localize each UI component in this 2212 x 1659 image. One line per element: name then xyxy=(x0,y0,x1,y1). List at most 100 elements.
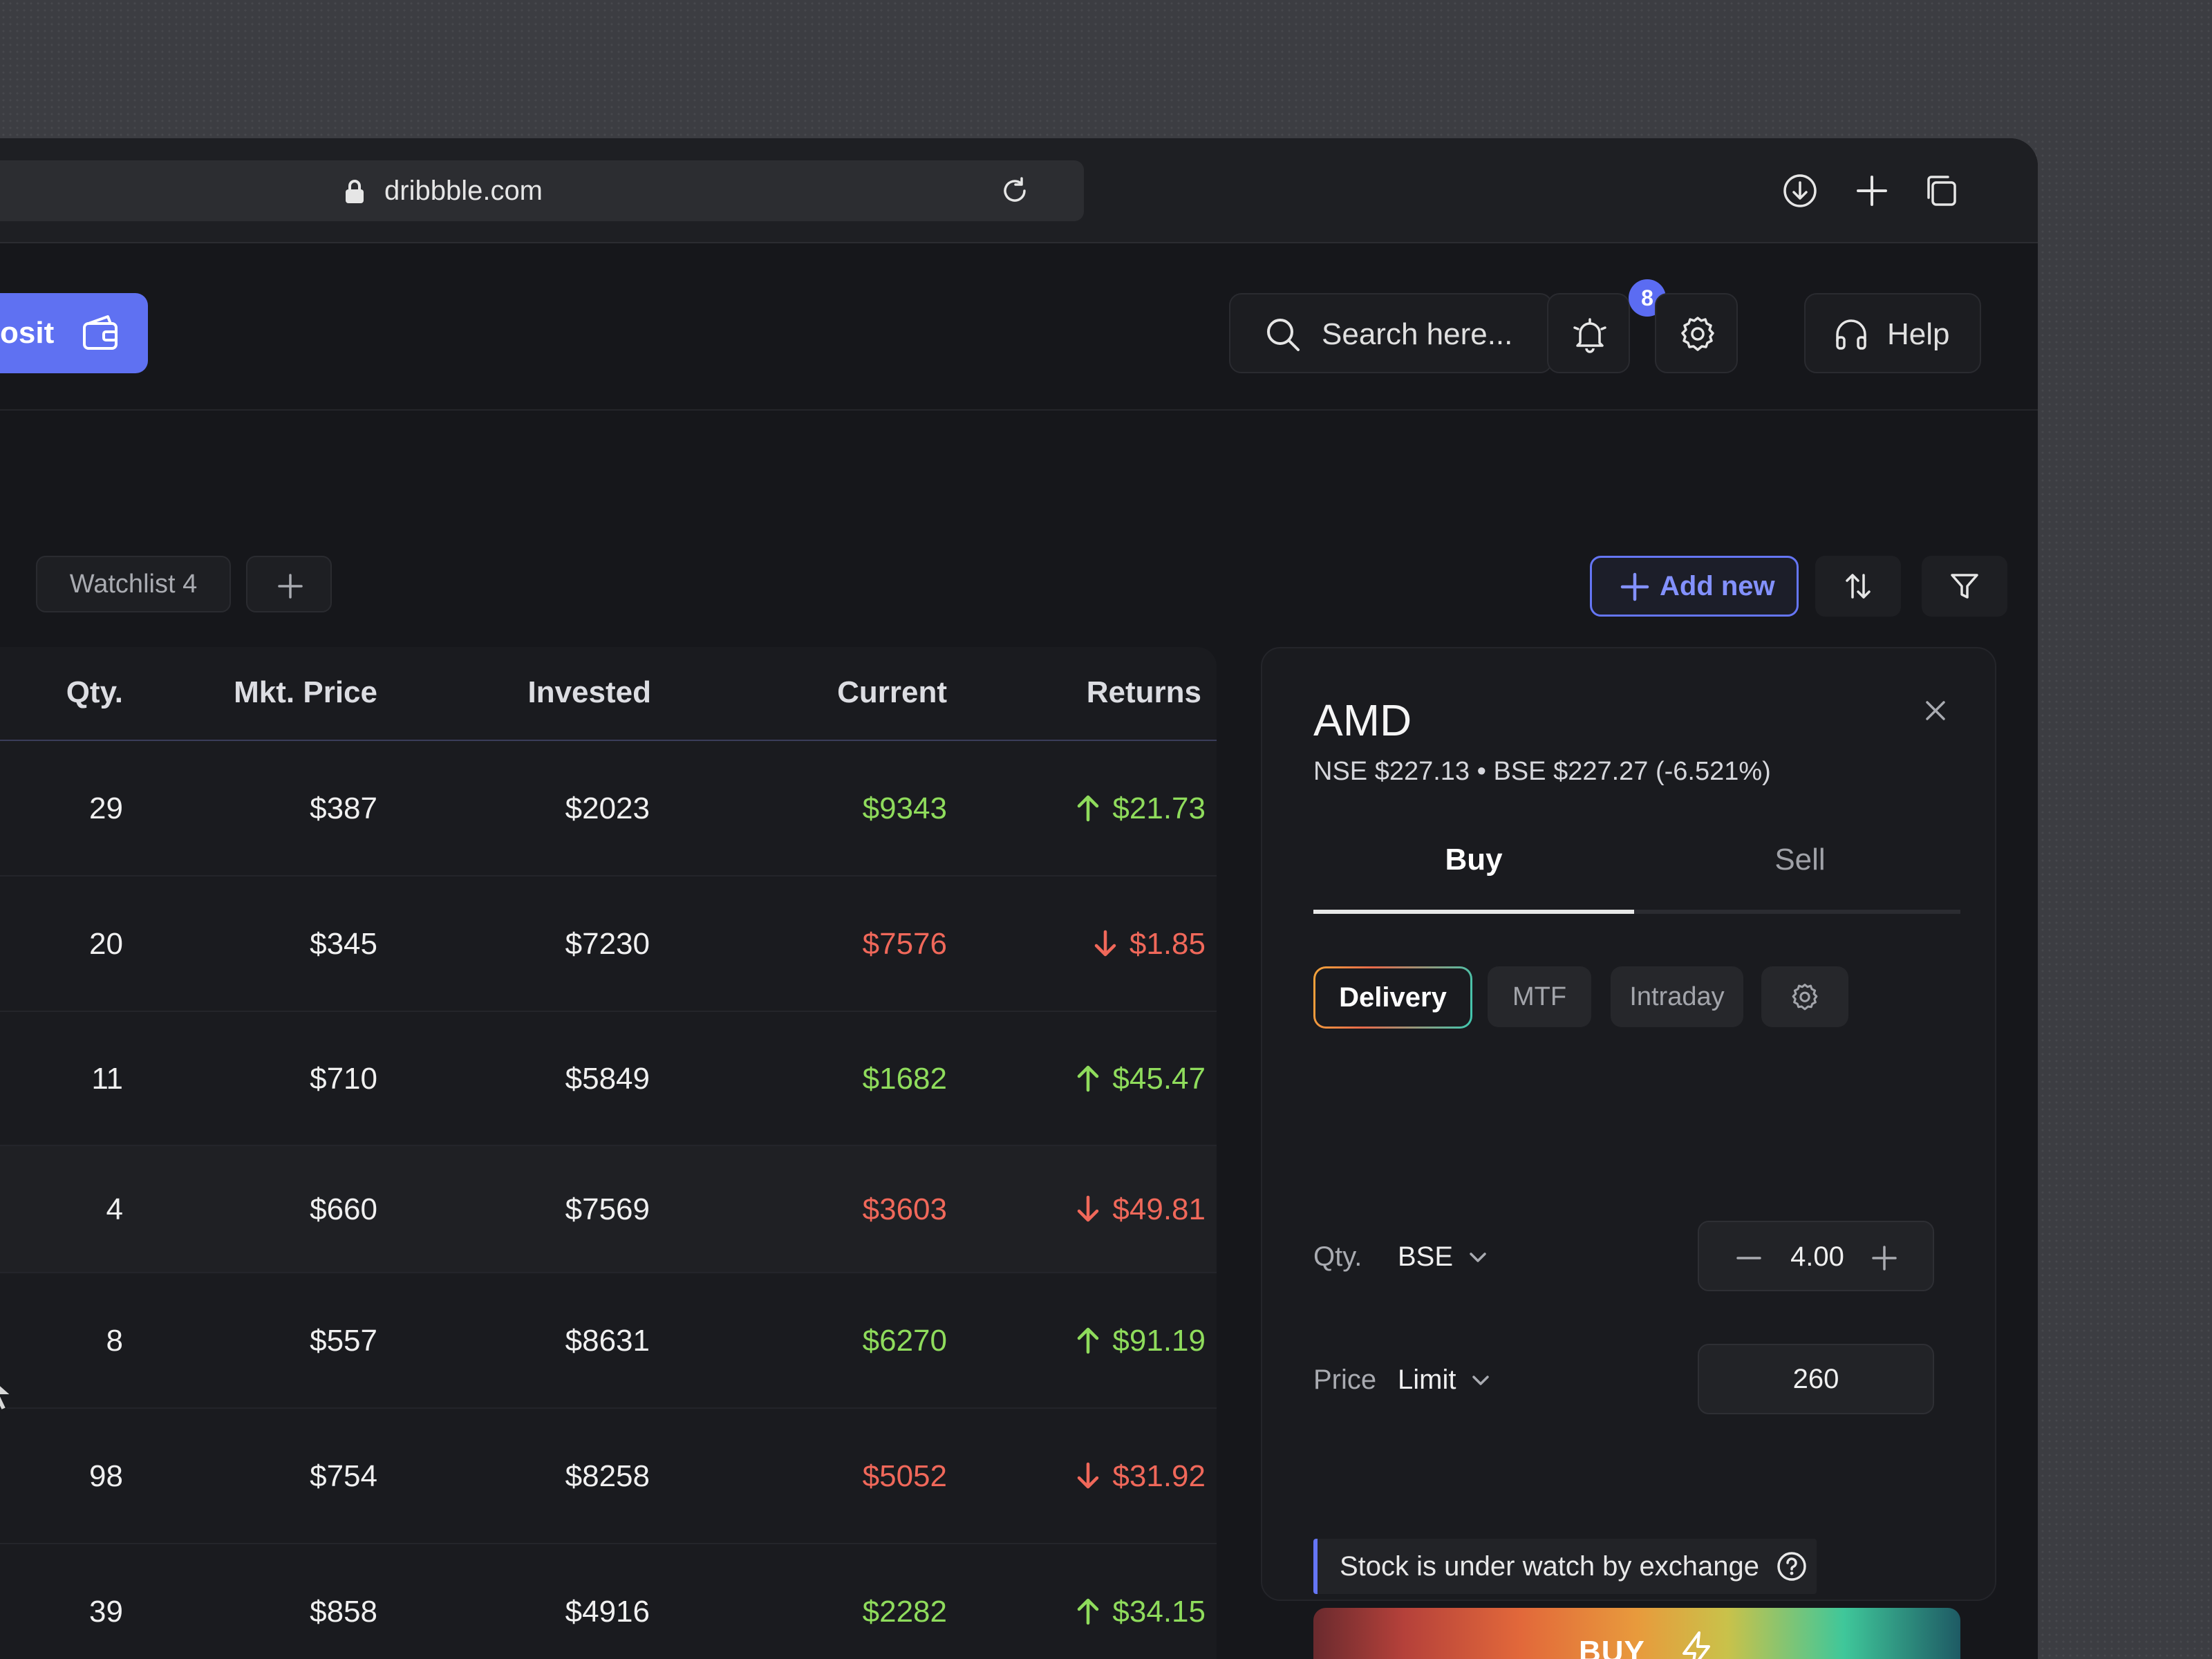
stock-prices: NSE $227.13 • BSE $227.27 (-6.521%) xyxy=(1313,757,1771,786)
returns-value: $1.85 xyxy=(1129,927,1206,961)
cell-mkt-price: $387 xyxy=(310,791,377,825)
table-row[interactable]: 98 $754 $8258 $5052 $31.92 xyxy=(0,1409,1217,1544)
cell-invested: $7569 xyxy=(565,1192,650,1226)
returns-value: $91.19 xyxy=(1112,1324,1206,1358)
cell-invested: $2023 xyxy=(565,791,650,825)
qty-exchange-select[interactable]: BSE xyxy=(1398,1240,1490,1273)
cell-current: $2282 xyxy=(862,1595,947,1629)
bell-icon xyxy=(1573,318,1606,353)
chevron-down-icon xyxy=(1470,1253,1486,1262)
mouse-cursor-icon xyxy=(0,1384,12,1412)
table-row[interactable]: 11 $710 $5849 $1682 $45.47 xyxy=(0,1012,1217,1146)
cell-current: $1682 xyxy=(862,1062,947,1096)
new-tab-icon[interactable] xyxy=(1853,171,1891,210)
reload-icon[interactable] xyxy=(998,174,1031,207)
close-icon[interactable] xyxy=(1920,695,1951,726)
add-new-button[interactable]: Add new xyxy=(1590,556,1799,617)
column-header-current[interactable]: Current xyxy=(691,675,947,711)
cell-invested: $8258 xyxy=(565,1459,650,1493)
quantity-value[interactable]: 4.00 xyxy=(1768,1240,1866,1273)
add-watchlist-button[interactable] xyxy=(246,556,332,612)
cell-invested: $8631 xyxy=(565,1324,650,1358)
cell-mkt-price: $858 xyxy=(310,1595,377,1629)
lock-icon xyxy=(346,180,364,203)
column-header-mkt-price[interactable]: Mkt. Price xyxy=(166,675,377,711)
table-row[interactable]: 8 $557 $8631 $6270 $91.19 xyxy=(0,1273,1217,1409)
price-type-select[interactable]: Limit xyxy=(1398,1363,1493,1396)
arrow-up-icon xyxy=(1078,1598,1099,1625)
cell-mkt-price: $345 xyxy=(310,927,377,961)
arrow-up-icon xyxy=(1078,795,1099,822)
search-input[interactable]: Search here... xyxy=(1229,293,1553,373)
returns-value: $49.81 xyxy=(1112,1192,1206,1226)
table-row[interactable]: 29 $387 $2023 $9343 $21.73 xyxy=(0,741,1217,877)
download-icon[interactable] xyxy=(1781,171,1819,210)
minus-icon[interactable] xyxy=(1735,1244,1763,1272)
cell-qty: 4 xyxy=(106,1192,123,1226)
help-button[interactable]: Help xyxy=(1804,293,1981,373)
cell-returns: $1.85 xyxy=(954,926,1206,962)
returns-value: $34.15 xyxy=(1112,1595,1206,1629)
cell-returns: $49.81 xyxy=(954,1192,1206,1228)
wallet-icon xyxy=(83,315,118,350)
order-type-mtf[interactable]: MTF xyxy=(1488,966,1591,1027)
cell-current: $5052 xyxy=(862,1459,947,1493)
filter-icon xyxy=(1951,574,1978,599)
order-settings-button[interactable] xyxy=(1761,966,1848,1027)
column-header-returns[interactable]: Returns xyxy=(982,675,1201,711)
arrow-up-icon xyxy=(1078,1327,1099,1354)
table-row[interactable]: 4 $660 $7569 $3603 $49.81 xyxy=(0,1146,1217,1273)
gear-icon xyxy=(1681,317,1714,351)
tab-sell[interactable]: Sell xyxy=(1640,842,1960,878)
plus-icon xyxy=(1620,572,1649,601)
cell-current: $9343 xyxy=(862,791,947,825)
address-bar[interactable]: dribbble.com xyxy=(0,160,1084,221)
cell-current: $6270 xyxy=(862,1324,947,1358)
search-placeholder: Search here... xyxy=(1322,317,1513,351)
tabs-overview-icon[interactable] xyxy=(1922,171,1960,210)
price-input[interactable]: 260 xyxy=(1698,1344,1934,1414)
buy-button[interactable]: BUY xyxy=(1313,1608,1960,1659)
table-row[interactable]: 39 $858 $4916 $2282 $34.15 xyxy=(0,1544,1217,1659)
arrow-down-icon xyxy=(1094,930,1116,957)
cell-qty: 20 xyxy=(89,927,123,961)
cell-invested: $4916 xyxy=(565,1595,650,1629)
returns-value: $31.92 xyxy=(1112,1459,1206,1493)
column-header-qty[interactable]: Qty. xyxy=(0,675,123,711)
cell-returns: $91.19 xyxy=(954,1323,1206,1359)
browser-window: dribbble.com osit Search here... 8 Help … xyxy=(0,138,2038,1659)
notifications-button[interactable] xyxy=(1547,293,1630,373)
holdings-table: Qty. Mkt. Price Invested Current Returns… xyxy=(0,647,1217,1659)
cell-qty: 8 xyxy=(106,1324,123,1358)
cell-current: $3603 xyxy=(862,1192,947,1226)
deposit-button[interactable]: osit xyxy=(0,293,148,373)
stock-symbol: AMD xyxy=(1313,695,1412,745)
arrow-down-icon xyxy=(1078,1195,1099,1222)
quantity-stepper: 4.00 xyxy=(1698,1221,1934,1291)
sort-button[interactable] xyxy=(1815,556,1901,617)
tab-watchlist-4[interactable]: Watchlist 4 xyxy=(36,556,231,612)
order-type-delivery[interactable]: Delivery xyxy=(1313,966,1472,1029)
header-divider xyxy=(0,409,2038,411)
help-circle-icon[interactable] xyxy=(1775,1550,1808,1583)
lightning-icon xyxy=(1683,1631,1710,1659)
plus-icon xyxy=(278,574,303,599)
filter-button[interactable] xyxy=(1922,556,2007,617)
table-row[interactable]: 20 $345 $7230 $7576 $1.85 xyxy=(0,877,1217,1012)
price-label: Price xyxy=(1313,1365,1377,1395)
tab-buy[interactable]: Buy xyxy=(1313,842,1634,878)
cell-qty: 98 xyxy=(89,1459,123,1493)
gear-icon xyxy=(1792,984,1818,1011)
settings-button[interactable] xyxy=(1655,293,1738,373)
url-text: dribbble.com xyxy=(384,176,543,206)
column-header-invested[interactable]: Invested xyxy=(415,675,651,711)
tab-indicator xyxy=(1313,910,1634,914)
browser-toolbar: dribbble.com xyxy=(0,138,2038,243)
cell-returns: $31.92 xyxy=(954,1459,1206,1494)
order-type-intraday[interactable]: Intraday xyxy=(1611,966,1743,1027)
cell-returns: $21.73 xyxy=(954,791,1206,827)
plus-icon[interactable] xyxy=(1871,1244,1898,1272)
cell-current: $7576 xyxy=(862,927,947,961)
cell-mkt-price: $557 xyxy=(310,1324,377,1358)
delivery-label: Delivery xyxy=(1315,968,1470,1027)
